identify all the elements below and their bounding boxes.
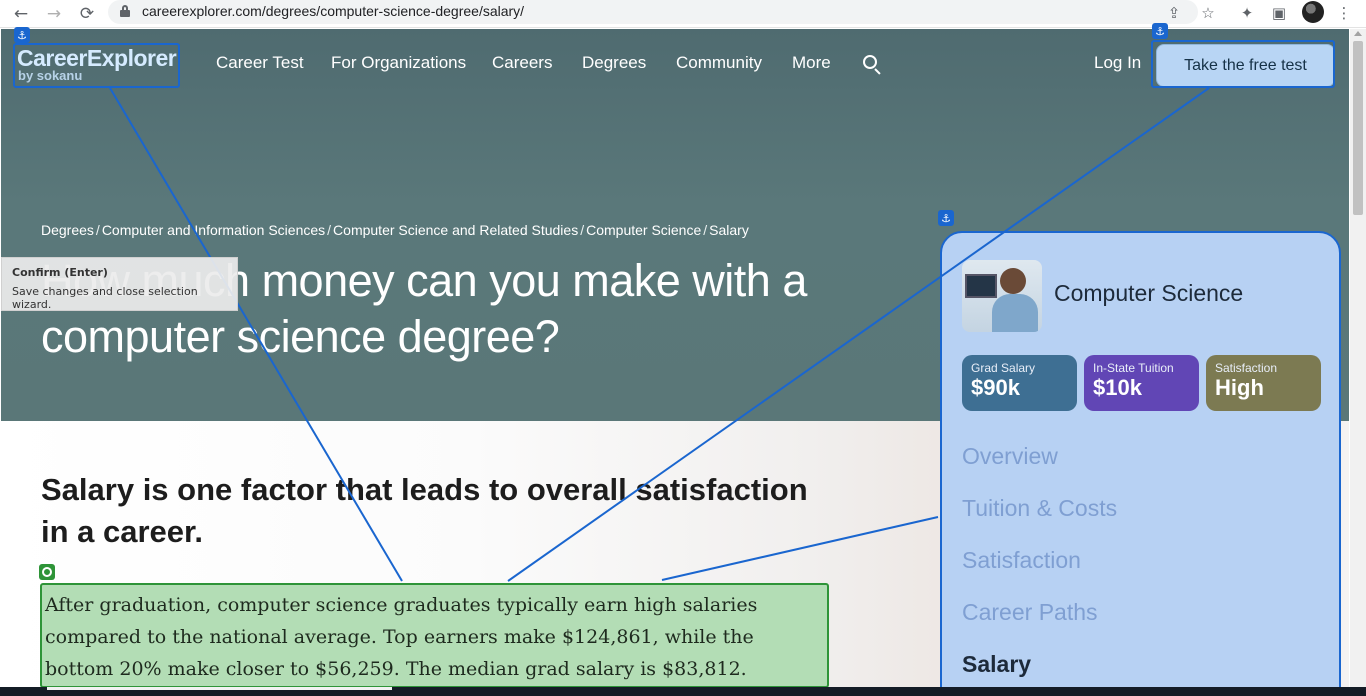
side-panel-icon[interactable]: ▣ <box>1269 3 1289 23</box>
stat-label: In-State Tuition <box>1093 361 1174 375</box>
lock-icon <box>120 5 130 17</box>
cta-selection-box <box>1151 40 1335 88</box>
nav-career-test[interactable]: Career Test <box>216 53 304 73</box>
login-link[interactable]: Log In <box>1094 53 1141 73</box>
nav-more[interactable]: More <box>792 53 831 73</box>
tooltip-body: Save changes and close selection wizard. <box>12 285 198 311</box>
nav-community[interactable]: Community <box>676 53 762 73</box>
scroll-thumb[interactable] <box>1353 41 1363 215</box>
scroll-up-arrow-icon[interactable] <box>1354 31 1362 36</box>
anchor-icon[interactable]: ⚓ <box>14 27 30 43</box>
nav-for-organizations[interactable]: For Organizations <box>331 53 466 73</box>
back-icon[interactable]: ← <box>10 3 32 25</box>
nav-degrees[interactable]: Degrees <box>582 53 646 73</box>
reload-icon[interactable]: ⟳ <box>76 3 98 25</box>
forward-icon[interactable]: → <box>43 3 65 25</box>
sidebar-link-salary[interactable]: Salary <box>962 651 1031 678</box>
browser-menu-icon[interactable]: ⋮ <box>1334 3 1354 23</box>
breadcrumb-salary: Salary <box>709 222 749 238</box>
tooltip-title: Confirm (Enter) <box>12 266 108 279</box>
anchor-icon[interactable]: ⚓ <box>1152 23 1168 39</box>
breadcrumb: Degrees / Computer and Information Science… <box>41 222 749 238</box>
stat-label: Grad Salary <box>971 361 1036 375</box>
stat-label: Satisfaction <box>1215 361 1278 375</box>
sidebar-link-career-paths[interactable]: Career Paths <box>962 599 1098 626</box>
nav-careers[interactable]: Careers <box>492 53 552 73</box>
stat-satisfaction: Satisfaction High <box>1206 355 1321 411</box>
taskbar-highlight <box>47 687 392 690</box>
search-icon[interactable] <box>863 55 881 75</box>
stat-value: High <box>1215 375 1264 400</box>
extensions-icon[interactable]: ✦ <box>1237 3 1257 23</box>
salary-paragraph[interactable]: After graduation, computer science gradu… <box>40 583 829 688</box>
profile-avatar[interactable] <box>1302 1 1324 23</box>
section-heading: Salary is one factor that leads to overa… <box>41 472 808 549</box>
stat-in-state-tuition: In-State Tuition $10k <box>1084 355 1199 411</box>
page-scrollbar[interactable] <box>1350 29 1366 696</box>
sidebar-link-satisfaction[interactable]: Satisfaction <box>962 547 1081 574</box>
breadcrumb-computer-science-related-studies[interactable]: Computer Science and Related Studies <box>333 222 578 238</box>
url-text: careerexplorer.com/degrees/computer-scie… <box>142 3 525 19</box>
anchor-icon[interactable]: ⚓ <box>938 210 954 226</box>
breadcrumb-computer-information-sciences[interactable]: Computer and Information Sciences <box>102 222 325 238</box>
sidebar-link-tuition-costs[interactable]: Tuition & Costs <box>962 495 1117 522</box>
os-taskbar <box>0 687 1366 696</box>
degree-image <box>962 260 1042 332</box>
share-icon[interactable]: ⇪ <box>1164 3 1184 23</box>
address-bar[interactable]: careerexplorer.com/degrees/computer-scie… <box>108 0 1215 24</box>
webpage: CareerExplorer by sokanu Career Test For… <box>1 29 1349 696</box>
star-icon[interactable]: ☆ <box>1198 3 1218 23</box>
logo-selection-box <box>13 43 180 88</box>
confirm-tooltip: Confirm (Enter) Save changes and close s… <box>1 257 238 311</box>
target-icon[interactable] <box>39 564 55 580</box>
degree-sidebar-card: Computer Science Grad Salary $90k In-Sta… <box>940 231 1341 696</box>
stat-value: $90k <box>971 375 1020 400</box>
degree-name: Computer Science <box>1054 280 1244 306</box>
breadcrumb-computer-science[interactable]: Computer Science <box>586 222 701 238</box>
stat-value: $10k <box>1093 375 1142 400</box>
breadcrumb-degrees[interactable]: Degrees <box>41 222 94 238</box>
sidebar-link-overview[interactable]: Overview <box>962 443 1058 470</box>
stat-grad-salary: Grad Salary $90k <box>962 355 1077 411</box>
